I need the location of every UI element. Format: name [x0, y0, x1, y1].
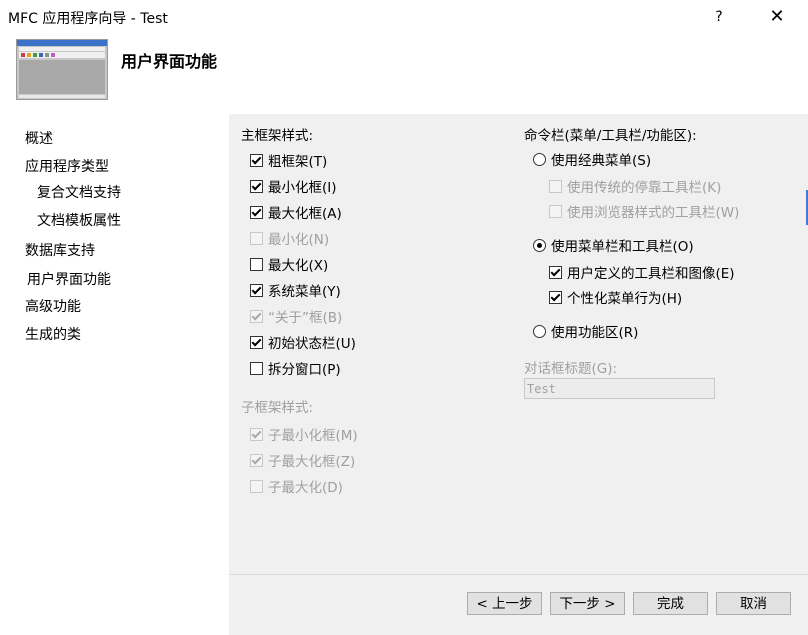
checkbox-icon — [250, 284, 263, 297]
checkbox-minimize-box[interactable]: 最小化框(I) — [250, 176, 337, 196]
cancel-button[interactable]: 取消 — [716, 592, 791, 615]
dialog-title-label: 对话框标题(G): — [524, 361, 618, 377]
radio-icon — [533, 325, 546, 338]
checkbox-label: 使用传统的停靠工具栏(K) — [567, 180, 722, 196]
prev-button[interactable]: < 上一步 — [467, 592, 542, 615]
nav-item-overview[interactable]: 概述 — [25, 128, 53, 148]
title-bar: MFC 应用程序向导 - Test ? ✕ — [0, 0, 808, 34]
wizard-nav: 概述 应用程序类型 复合文档支持 文档模板属性 数据库支持 用户界面功能 高级功… — [0, 114, 229, 635]
radio-ribbon[interactable]: 使用功能区(R) — [533, 321, 638, 341]
checkbox-icon — [549, 180, 562, 193]
checkbox-about-box[interactable]: “关于”框(B) — [250, 306, 342, 326]
dialog-title-input[interactable]: Test — [524, 378, 715, 399]
help-button[interactable]: ? — [707, 6, 731, 28]
checkbox-icon — [250, 154, 263, 167]
checkbox-system-menu[interactable]: 系统菜单(Y) — [250, 280, 341, 300]
window-title: MFC 应用程序向导 - Test — [8, 11, 168, 27]
checkbox-label: 初始状态栏(U) — [268, 336, 356, 352]
child-frame-heading: 子框架样式: — [241, 400, 314, 416]
checkbox-personalized-menu[interactable]: 个性化菜单行为(H) — [549, 287, 682, 307]
checkbox-icon — [549, 266, 562, 279]
checkbox-label: 个性化菜单行为(H) — [567, 291, 683, 307]
nav-item-generated-classes[interactable]: 生成的类 — [25, 324, 81, 344]
footer-divider — [229, 574, 808, 575]
checkbox-label: 拆分窗口(P) — [268, 362, 341, 378]
checkbox-user-toolbars[interactable]: 用户定义的工具栏和图像(E) — [549, 262, 735, 282]
nav-item-ui-features[interactable]: 用户界面功能 — [27, 269, 111, 289]
radio-label: 使用功能区(R) — [551, 325, 639, 341]
checkbox-icon — [250, 454, 263, 467]
checkbox-label: 最小化(N) — [268, 232, 330, 248]
checkbox-docking-toolbar[interactable]: 使用传统的停靠工具栏(K) — [549, 176, 721, 196]
checkbox-label: 系统菜单(Y) — [268, 284, 341, 300]
checkbox-icon — [250, 310, 263, 323]
radio-icon — [533, 153, 546, 166]
checkbox-icon — [250, 362, 263, 375]
checkbox-label: 使用浏览器样式的工具栏(W) — [567, 205, 740, 221]
checkbox-child-minimize-box[interactable]: 子最小化框(M) — [250, 424, 358, 444]
checkbox-browser-toolbar[interactable]: 使用浏览器样式的工具栏(W) — [549, 201, 739, 221]
checkbox-thick-frame[interactable]: 粗框架(T) — [250, 150, 327, 170]
nav-item-database[interactable]: 数据库支持 — [25, 240, 95, 260]
checkbox-icon — [250, 232, 263, 245]
close-button[interactable]: ✕ — [762, 4, 792, 30]
checkbox-maximized[interactable]: 最大化(X) — [250, 254, 328, 274]
checkbox-minimized[interactable]: 最小化(N) — [250, 228, 329, 248]
nav-item-doc-template[interactable]: 文档模板属性 — [37, 210, 121, 230]
checkbox-icon — [549, 205, 562, 218]
radio-classic-menu[interactable]: 使用经典菜单(S) — [533, 149, 651, 169]
checkbox-icon — [250, 206, 263, 219]
checkbox-icon — [250, 428, 263, 441]
checkbox-label: “关于”框(B) — [268, 310, 343, 326]
checkbox-label: 子最大化框(Z) — [268, 454, 356, 470]
checkbox-label: 最大化框(A) — [268, 206, 342, 222]
command-bar-heading: 命令栏(菜单/工具栏/功能区): — [524, 128, 697, 144]
finish-button[interactable]: 完成 — [633, 592, 708, 615]
wizard-header: 用户界面功能 — [0, 34, 808, 114]
checkbox-label: 子最小化框(M) — [268, 428, 358, 444]
checkbox-icon — [549, 291, 562, 304]
checkbox-label: 子最大化(D) — [268, 480, 343, 496]
radio-menubar-toolbar[interactable]: 使用菜单栏和工具栏(O) — [533, 235, 694, 255]
checkbox-initial-status-bar[interactable]: 初始状态栏(U) — [250, 332, 356, 352]
checkbox-label: 用户定义的工具栏和图像(E) — [567, 266, 735, 282]
app-window-preview-icon — [16, 39, 108, 100]
next-button[interactable]: 下一步 > — [550, 592, 625, 615]
checkbox-icon — [250, 336, 263, 349]
checkbox-icon — [250, 180, 263, 193]
radio-label: 使用菜单栏和工具栏(O) — [551, 239, 694, 255]
checkbox-icon — [250, 480, 263, 493]
radio-icon — [533, 239, 546, 252]
checkbox-icon — [250, 258, 263, 271]
checkbox-label: 最大化(X) — [268, 258, 329, 274]
checkbox-split-window[interactable]: 拆分窗口(P) — [250, 358, 341, 378]
checkbox-label: 最小化框(I) — [268, 180, 337, 196]
radio-label: 使用经典菜单(S) — [551, 153, 652, 169]
nav-item-application-type[interactable]: 应用程序类型 — [25, 156, 109, 176]
main-frame-heading: 主框架样式: — [241, 128, 314, 144]
checkbox-maximize-box[interactable]: 最大化框(A) — [250, 202, 342, 222]
checkbox-child-maximized[interactable]: 子最大化(D) — [250, 476, 343, 496]
nav-item-advanced[interactable]: 高级功能 — [25, 296, 81, 316]
nav-item-compound-document[interactable]: 复合文档支持 — [37, 182, 121, 202]
checkbox-label: 粗框架(T) — [268, 154, 328, 170]
checkbox-child-maximize-box[interactable]: 子最大化框(Z) — [250, 450, 355, 470]
page-title: 用户界面功能 — [121, 52, 218, 71]
